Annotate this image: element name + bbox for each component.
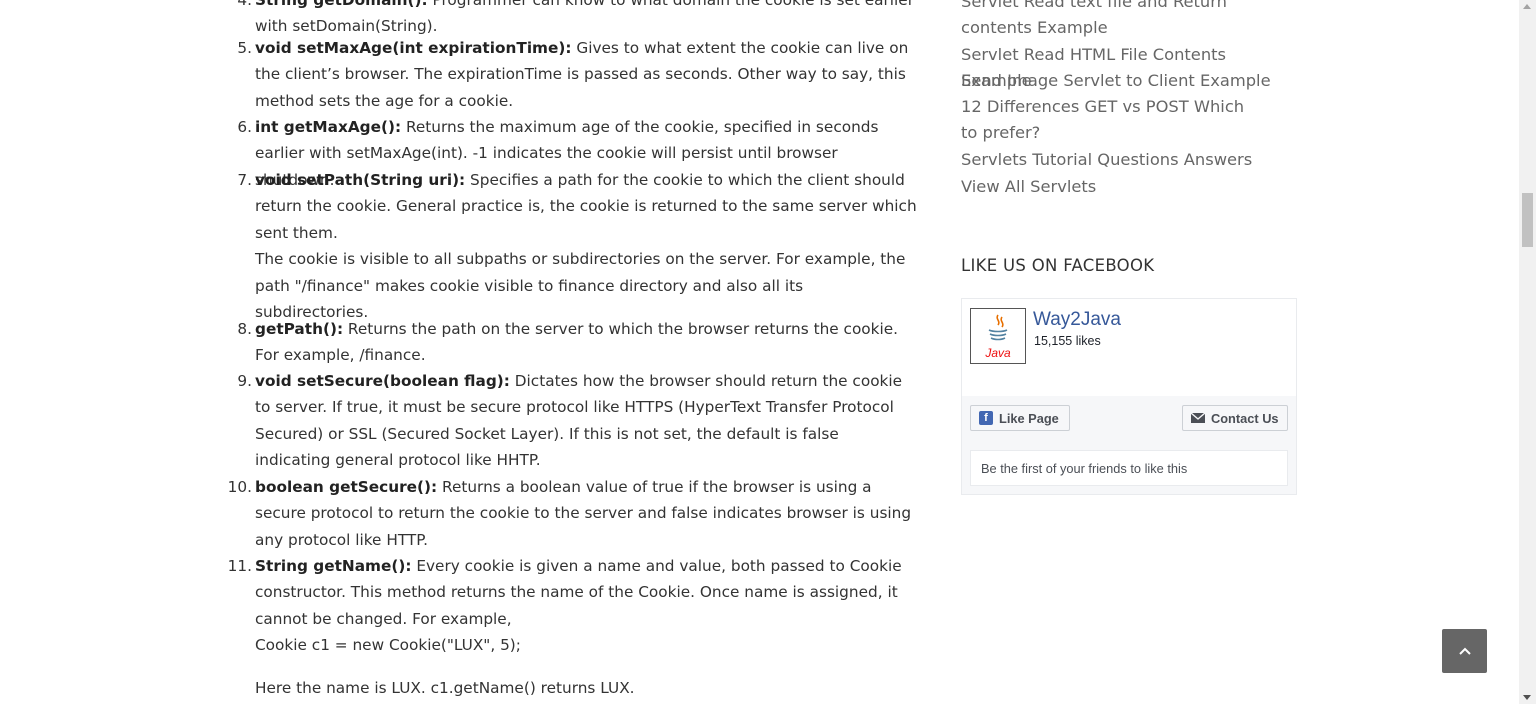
method-signature: int getMaxAge():: [255, 118, 402, 136]
list-number: 7.: [237, 171, 252, 189]
facebook-icon: f: [979, 411, 993, 425]
facebook-page-name[interactable]: Way2Java: [1033, 309, 1121, 331]
scrollbar-thumb[interactable]: [1522, 193, 1533, 247]
facebook-page-plugin: Java Way2Java 15,155 likes f Like Page C…: [961, 298, 1297, 495]
method-signature: void setMaxAge(int expirationTime):: [255, 39, 572, 57]
contact-us-label: Contact Us: [1211, 410, 1279, 426]
list-item: 10. boolean getSecure(): Returns a boole…: [228, 474, 918, 553]
list-number: 6.: [237, 118, 252, 136]
like-page-button[interactable]: f Like Page: [970, 405, 1070, 431]
method-signature: String getName():: [255, 557, 412, 575]
java-logo-icon[interactable]: Java: [970, 308, 1026, 364]
like-page-label: Like Page: [999, 410, 1059, 426]
scroll-to-top-button[interactable]: [1442, 629, 1487, 673]
sidebar-link[interactable]: 12 Differences GET vs POST Which to pref…: [961, 94, 1251, 147]
friends-like-text: Be the first of your friends to like thi…: [970, 450, 1288, 486]
method-description: Returns the path on the server to which …: [255, 320, 899, 365]
logo-text: Java: [984, 346, 1011, 360]
sidebar-link[interactable]: Send Image Servlet to Client Example: [961, 68, 1291, 94]
list-number: 5.: [237, 39, 252, 57]
list-item: 7. void setPath(String uri): Specifies a…: [228, 167, 918, 325]
list-item: 11. String getName(): Every cookie is gi…: [228, 553, 918, 701]
sidebar-link[interactable]: Servlets Tutorial Questions Answers: [961, 147, 1291, 173]
scroll-down-arrow-icon[interactable]: [1523, 695, 1531, 700]
method-note: The cookie is visible to all subpaths or…: [255, 250, 906, 322]
method-signature: void setSecure(boolean flag):: [255, 372, 510, 390]
sidebar-link[interactable]: View All Servlets: [961, 174, 1291, 200]
facebook-widget-title: LIKE US ON FACEBOOK: [961, 256, 1155, 275]
facebook-like-count: 15,155 likes: [1034, 334, 1101, 348]
method-note: Here the name is LUX. c1.getName() retur…: [255, 678, 635, 697]
method-signature: String getDomain():: [255, 0, 428, 9]
method-signature: boolean getSecure():: [255, 478, 438, 496]
list-number: 10.: [227, 478, 252, 496]
scroll-up-arrow-icon[interactable]: [1523, 4, 1531, 9]
sidebar-link[interactable]: Servlet Read text file and Return conten…: [961, 0, 1291, 42]
list-number: 11.: [227, 557, 252, 575]
list-number: 9.: [237, 372, 252, 390]
article-content: 4. String getDomain(): Programmer can kn…: [0, 0, 930, 704]
method-signature: getPath():: [255, 320, 344, 338]
chevron-up-icon: [1458, 647, 1471, 655]
list-item: 9. void setSecure(boolean flag): Dictate…: [228, 368, 918, 474]
code-example: Cookie c1 = new Cookie("LUX", 5);: [255, 636, 521, 655]
envelope-icon: [1190, 411, 1206, 426]
list-item: 8. getPath(): Returns the path on the se…: [228, 316, 918, 369]
contact-us-button[interactable]: Contact Us: [1182, 405, 1288, 431]
list-number: 4.: [237, 0, 252, 9]
list-item: 5. void setMaxAge(int expirationTime): G…: [228, 35, 918, 114]
list-item: 4. String getDomain(): Programmer can kn…: [228, 0, 918, 40]
page-scrollbar[interactable]: [1519, 0, 1536, 704]
method-signature: void setPath(String uri):: [255, 171, 466, 189]
list-number: 8.: [237, 320, 252, 338]
